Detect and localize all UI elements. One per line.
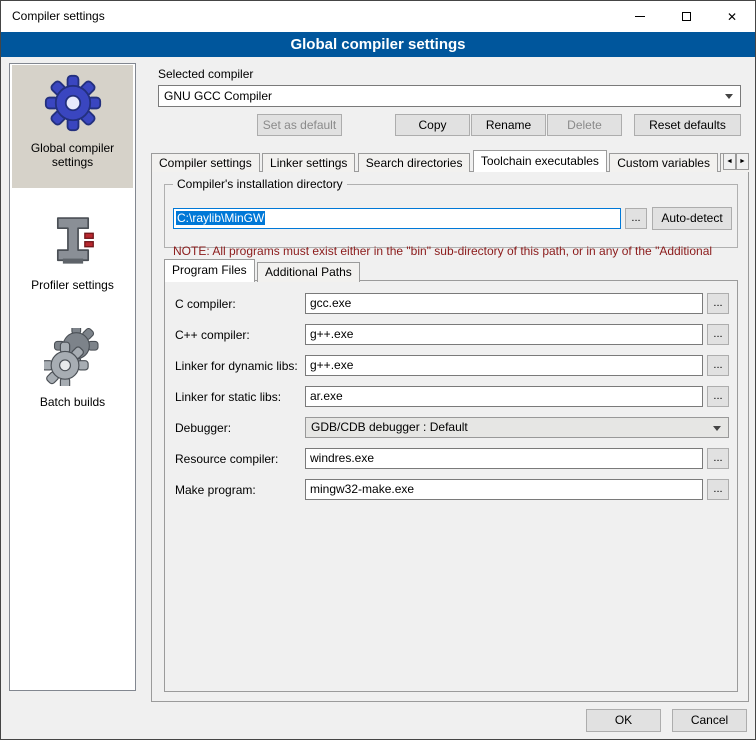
browse-button[interactable]: ... xyxy=(707,386,729,407)
tab-scroll-right-icon[interactable]: ► xyxy=(736,153,749,170)
maximize-button[interactable] xyxy=(663,1,709,32)
copy-button[interactable]: Copy xyxy=(395,114,470,136)
window-title: Compiler settings xyxy=(12,9,105,23)
close-button[interactable]: ✕ xyxy=(709,1,755,32)
reset-defaults-button[interactable]: Reset defaults xyxy=(634,114,741,136)
minimize-icon xyxy=(635,16,645,17)
chevron-down-icon xyxy=(713,426,721,431)
sidebar-item-profiler-settings[interactable]: Profiler settings xyxy=(12,202,133,294)
install-dir-value: C:\raylib\MinGW xyxy=(176,211,265,225)
field-label: Linker for static libs: xyxy=(175,390,281,404)
subtab-program-files[interactable]: Program Files xyxy=(164,259,255,282)
bin-note-text: NOTE: All programs must exist either in … xyxy=(173,244,753,258)
title-bar[interactable]: Compiler settings ✕ xyxy=(1,1,755,32)
tab-linker-settings[interactable]: Linker settings xyxy=(262,153,355,172)
browse-button[interactable]: ... xyxy=(707,324,729,345)
gears-gray-icon xyxy=(12,325,133,389)
field-label: Make program: xyxy=(175,483,256,497)
field-label: C++ compiler: xyxy=(175,328,250,342)
field-label: Debugger: xyxy=(175,421,231,435)
sidebar-item-label: Profiler settings xyxy=(12,278,133,292)
c-compiler-input[interactable]: gcc.exe xyxy=(305,293,703,314)
settings-tabstrip: Compiler settings Linker settings Search… xyxy=(151,150,749,172)
sidebar-item-global-compiler-settings[interactable]: Global compiler settings xyxy=(12,65,133,188)
toolchain-executables-panel: Compiler's installation directory C:\ray… xyxy=(151,171,749,702)
install-dir-input[interactable]: C:\raylib\MinGW xyxy=(173,208,621,229)
tab-custom-variables[interactable]: Custom variables xyxy=(609,153,718,172)
files-subtabs: Program Files Additional Paths xyxy=(164,259,359,281)
browse-button[interactable]: ... xyxy=(707,448,729,469)
installation-directory-groupbox: Compiler's installation directory C:\ray… xyxy=(164,184,738,248)
groupbox-title: Compiler's installation directory xyxy=(173,177,347,191)
sidebar-item-batch-builds[interactable]: Batch builds xyxy=(12,319,133,419)
linker-dynamic-input[interactable]: g++.exe xyxy=(305,355,703,376)
settings-sidebar: Global compiler settings Profiler settin… xyxy=(9,63,136,691)
selected-compiler-label: Selected compiler xyxy=(158,67,253,81)
compiler-settings-window: Compiler settings ✕ Global compiler sett… xyxy=(0,0,756,740)
tab-search-directories[interactable]: Search directories xyxy=(358,153,471,172)
compiler-select[interactable]: GNU GCC Compiler xyxy=(158,85,741,107)
program-files-panel: C compiler: gcc.exe ... C++ compiler: g+… xyxy=(164,280,738,692)
debugger-select[interactable]: GDB/CDB debugger : Default xyxy=(305,417,729,438)
cancel-button[interactable]: Cancel xyxy=(672,709,747,732)
maximize-icon xyxy=(682,12,691,21)
gear-blue-icon xyxy=(12,71,133,135)
tab-toolchain-executables[interactable]: Toolchain executables xyxy=(473,150,607,172)
ok-button[interactable]: OK xyxy=(586,709,661,732)
field-label: Resource compiler: xyxy=(175,452,278,466)
browse-button[interactable]: ... xyxy=(707,479,729,500)
field-label: Linker for dynamic libs: xyxy=(175,359,298,373)
page-title: Global compiler settings xyxy=(1,32,755,57)
rename-button[interactable]: Rename xyxy=(471,114,546,136)
close-icon: ✕ xyxy=(727,11,737,23)
cpp-compiler-input[interactable]: g++.exe xyxy=(305,324,703,345)
set-as-default-button: Set as default xyxy=(257,114,342,136)
debugger-select-value: GDB/CDB debugger : Default xyxy=(311,420,468,434)
tab-compiler-settings[interactable]: Compiler settings xyxy=(151,153,260,172)
tab-scroll-left-icon[interactable]: ◄ xyxy=(723,153,736,170)
sidebar-item-label: Global compiler settings xyxy=(12,141,133,169)
compiler-select-value: GNU GCC Compiler xyxy=(164,89,272,103)
chevron-down-icon xyxy=(725,94,733,99)
browse-button[interactable]: ... xyxy=(707,355,729,376)
subtab-additional-paths[interactable]: Additional Paths xyxy=(257,262,360,282)
auto-detect-button[interactable]: Auto-detect xyxy=(652,207,732,230)
profiler-clamp-icon xyxy=(12,208,133,272)
linker-static-input[interactable]: ar.exe xyxy=(305,386,703,407)
browse-install-dir-button[interactable]: ... xyxy=(625,208,647,229)
sidebar-item-label: Batch builds xyxy=(12,395,133,409)
field-label: C compiler: xyxy=(175,297,236,311)
make-program-input[interactable]: mingw32-make.exe xyxy=(305,479,703,500)
browse-button[interactable]: ... xyxy=(707,293,729,314)
resource-compiler-input[interactable]: windres.exe xyxy=(305,448,703,469)
minimize-button[interactable] xyxy=(617,1,663,32)
delete-button: Delete xyxy=(547,114,622,136)
